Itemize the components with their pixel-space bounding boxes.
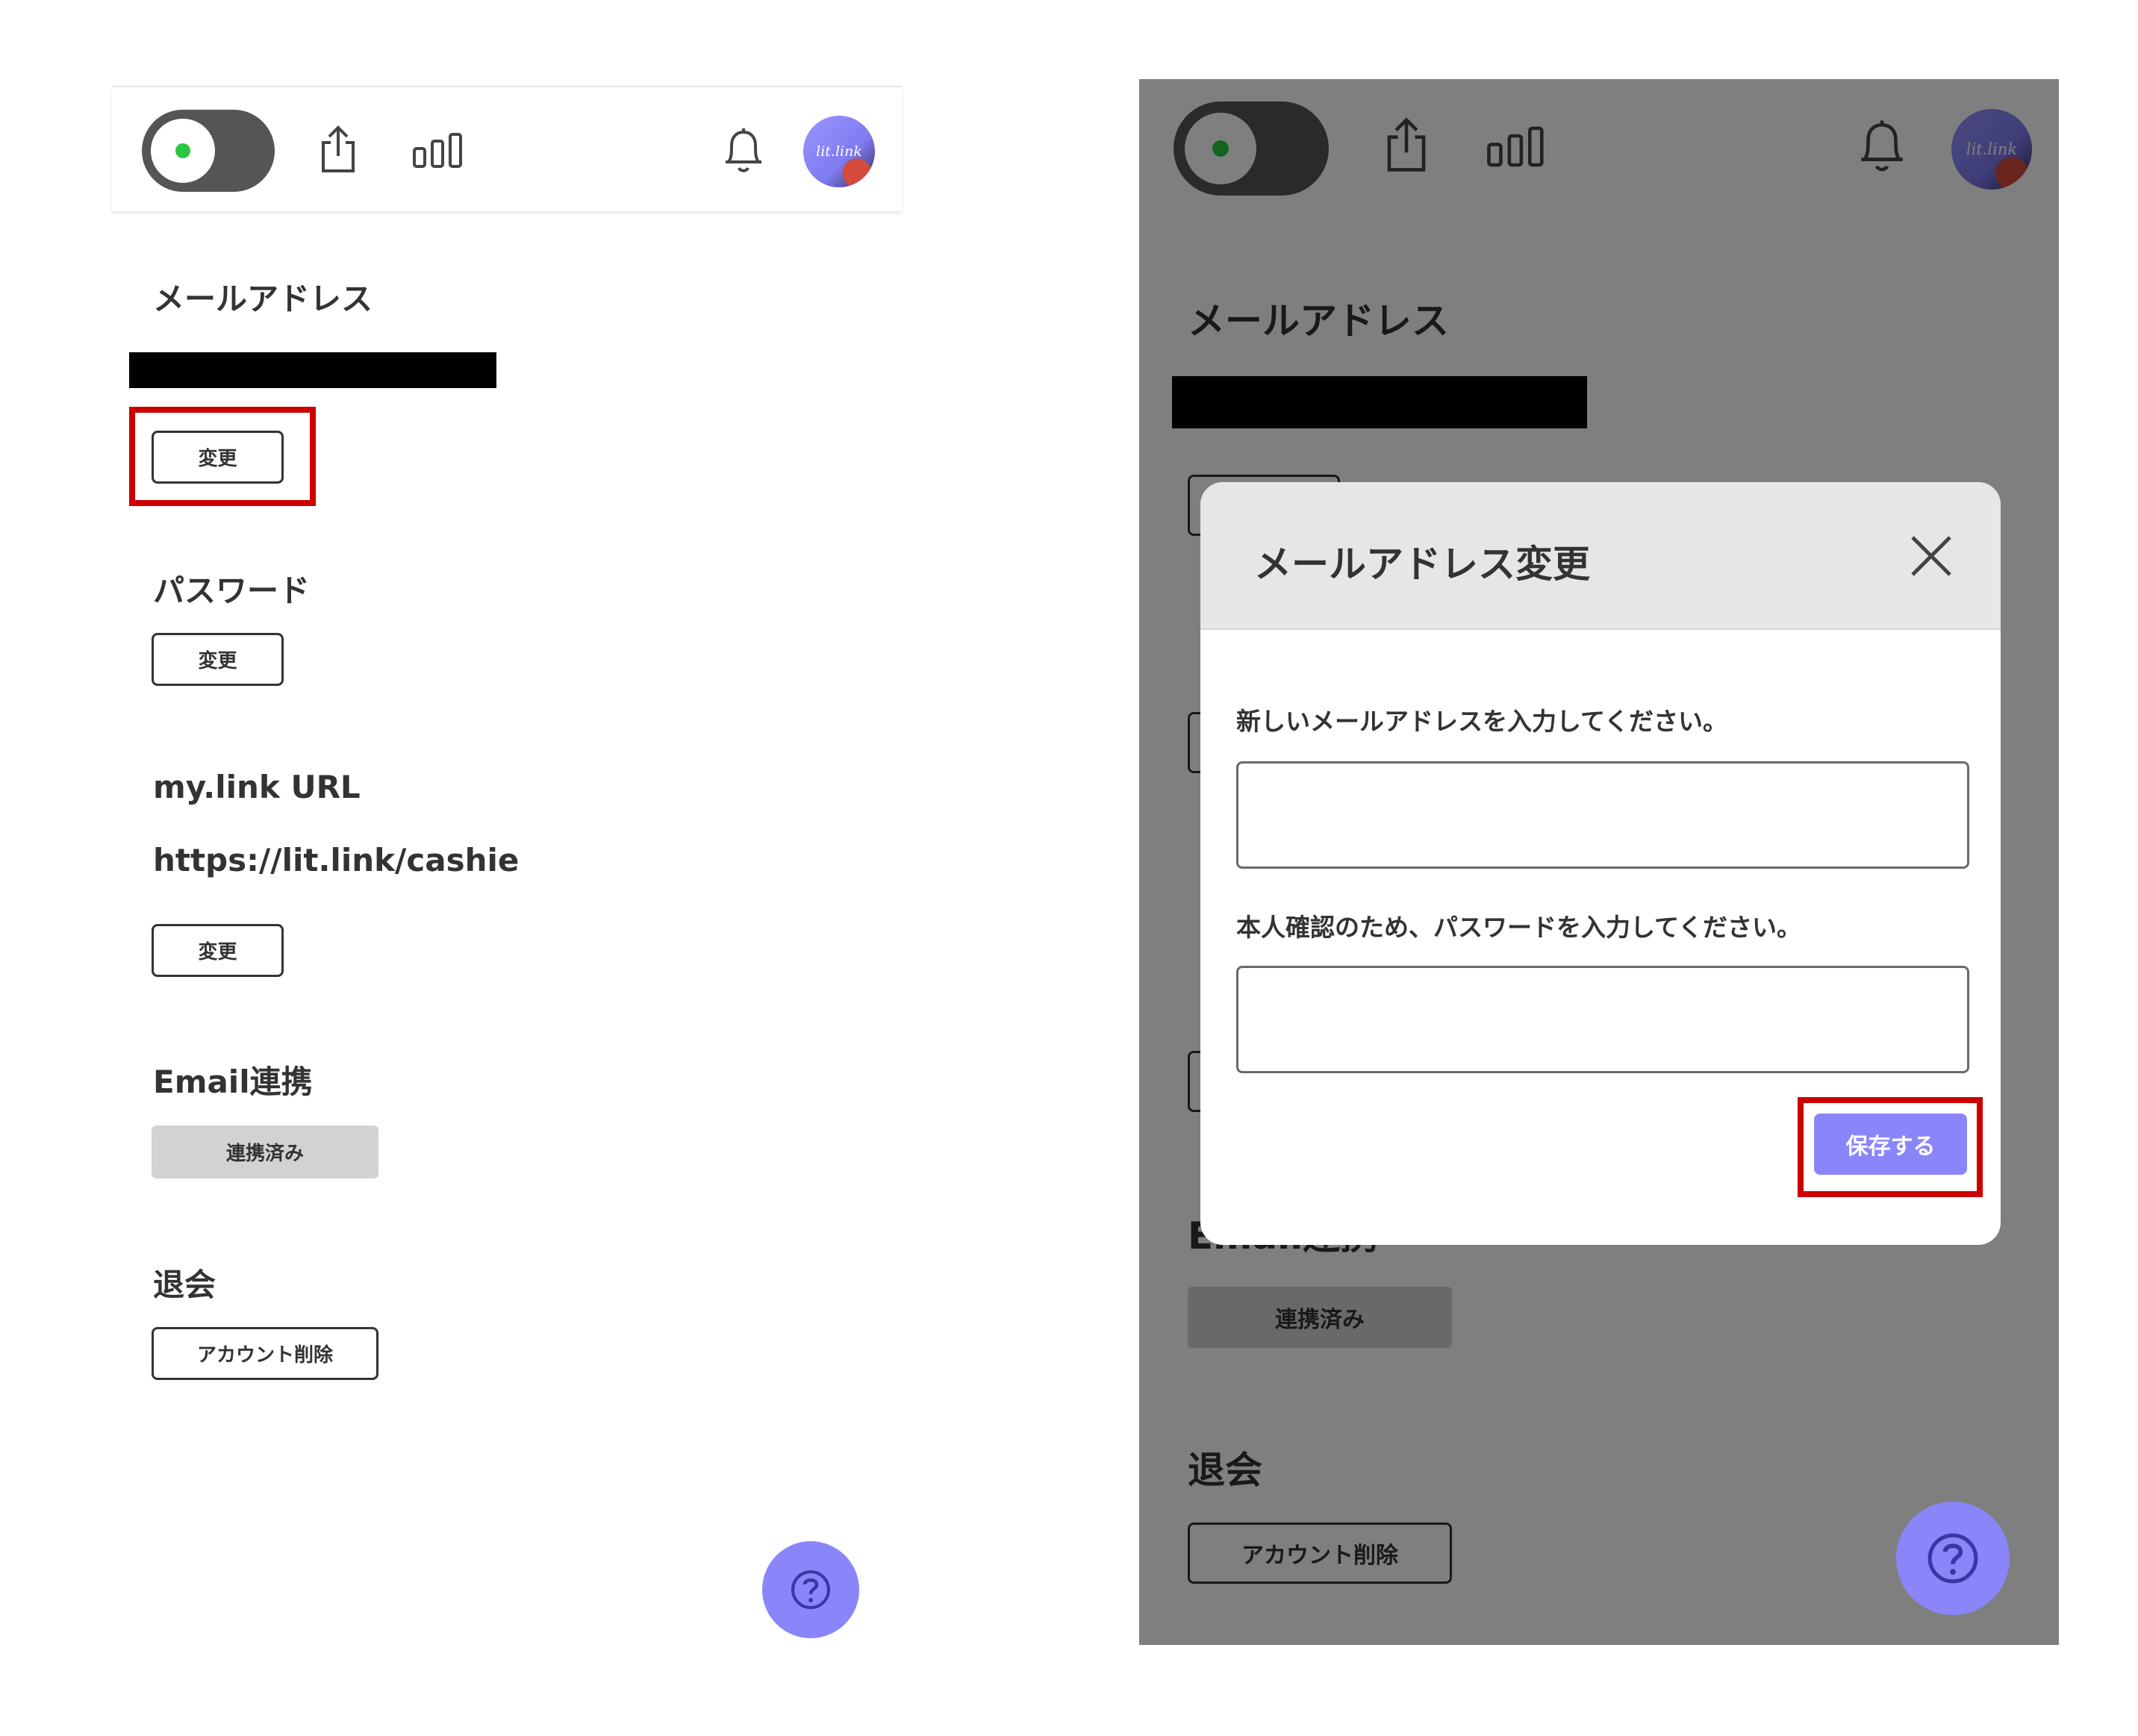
password-section-title: パスワード [153,572,311,609]
password-input[interactable] [1236,966,1969,1073]
avatar-text: lit.link [816,143,862,160]
top-bar: lit.link [112,86,902,211]
email-link-section-title: Email連携 [153,1064,313,1100]
avatar[interactable]: lit.link [803,116,875,187]
email-change-modal: メールアドレス変更 新しいメールアドレスを入力してください。 本人確認のため、パ… [1200,482,2001,1245]
delete-account-button[interactable]: アカウント削除 [152,1327,378,1380]
bell-icon[interactable] [723,126,764,174]
withdraw-section-title: 退会 [153,1267,216,1303]
analytics-icon[interactable] [412,132,464,169]
right-screen: lit.link メールアドレス Email連携 連携済み 退会 アカウント削除… [1139,79,2059,1645]
mylink-section-title: my.link URL [153,769,361,805]
new-email-label: 新しいメールアドレスを入力してください。 [1236,707,1728,736]
mylink-url: https://lit.link/cashie [153,842,520,878]
password-change-button[interactable]: 変更 [152,633,284,686]
mylink-change-button[interactable]: 変更 [152,924,284,977]
password-label: 本人確認のため、パスワードを入力してください。 [1236,913,1802,942]
email-linked-status-button[interactable]: 連携済み [152,1125,378,1178]
help-icon [791,1570,830,1609]
email-change-button[interactable]: 変更 [152,431,284,484]
modal-title: メールアドレス変更 [1254,543,1590,586]
email-section-title: メールアドレス [153,281,373,317]
help-icon [1927,1533,1978,1584]
online-status-dot [175,143,190,158]
share-icon[interactable] [317,125,359,174]
modal-header: メールアドレス変更 [1200,482,2001,630]
toggle-knob [151,119,215,183]
save-button[interactable]: 保存する [1814,1114,1967,1175]
redacted-email [129,352,496,388]
new-email-input[interactable] [1236,761,1969,869]
publish-toggle[interactable] [142,110,275,192]
help-button[interactable] [762,1541,859,1638]
help-button[interactable] [1896,1502,2010,1615]
close-icon[interactable] [1910,534,1953,578]
